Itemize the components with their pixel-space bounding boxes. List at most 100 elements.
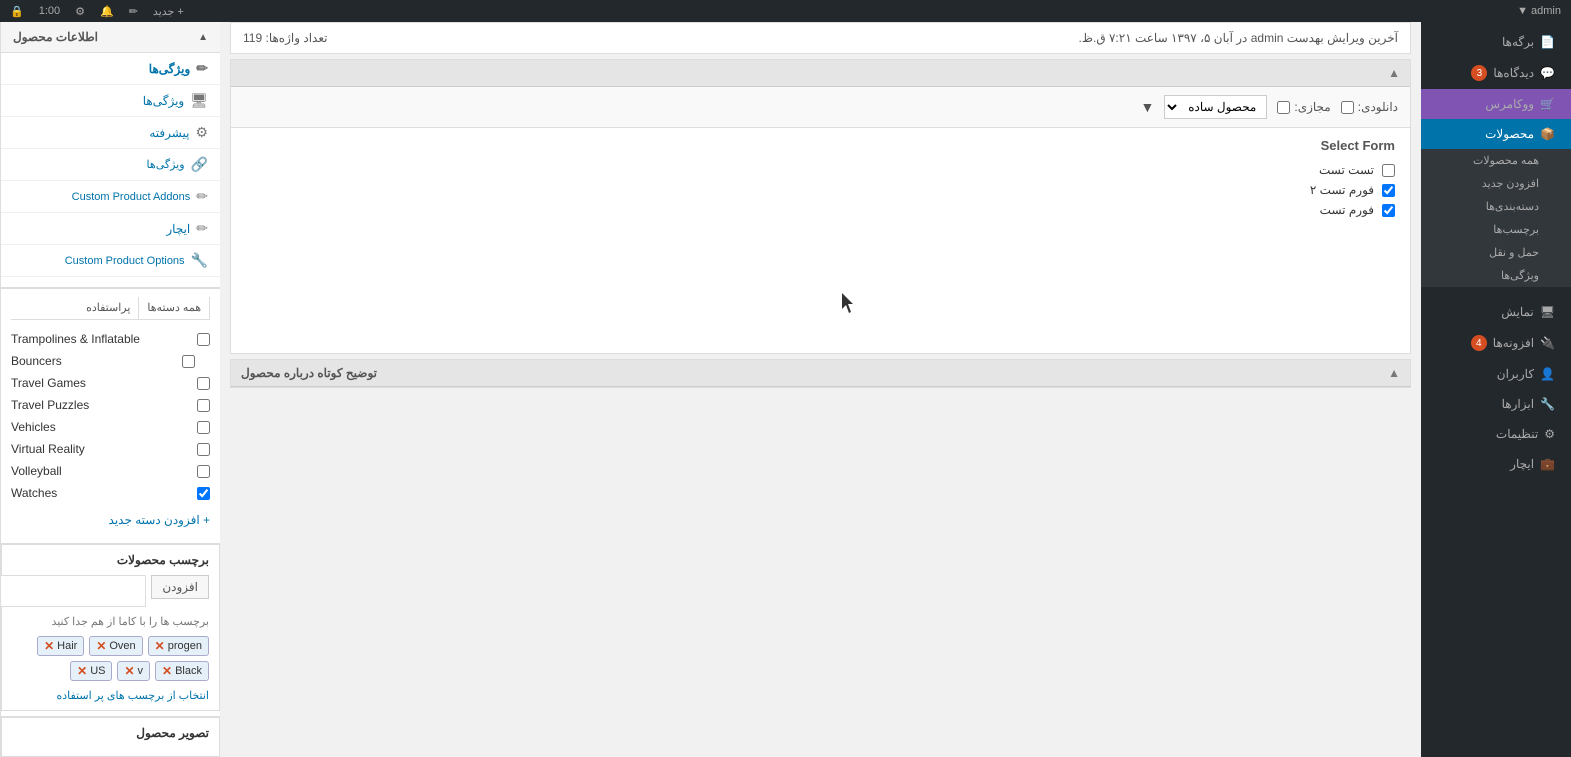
wp-admin-sidebar: 📄 برگه‌ها 💬 دیدگاه‌ها 3 🛒 ووکامرس 📦 محصو…: [1421, 22, 1571, 757]
meta-nav-related[interactable]: 🔗 ویژگی‌ها: [1, 149, 220, 181]
sidebar-item-settings[interactable]: ⚙ تنظیمات: [1421, 419, 1571, 449]
comments-badge: 3: [1471, 65, 1487, 81]
settings-icon[interactable]: ⚙: [75, 5, 85, 18]
panel-collapse-arrow[interactable]: ▲: [1388, 66, 1400, 80]
meta-nav-features[interactable]: 🖥 ویژگی‌ها: [1, 85, 220, 117]
sidebar-item-pages[interactable]: 📄 برگه‌ها: [1421, 27, 1571, 57]
product-type-select[interactable]: محصول ساده: [1164, 95, 1267, 119]
tags-popular-link-wrapper: انتخاب از برچسب های پر استفاده: [12, 689, 209, 702]
cat-item-volleyball: Volleyball: [11, 460, 210, 482]
sidebar-item-comments[interactable]: 💬 دیدگاه‌ها 3: [1421, 57, 1571, 89]
product-data-panel: ▲ دانلودی: مجازی: محصول ساده ▼: [230, 59, 1411, 354]
sidebar-item-plugins[interactable]: 🔌 افزونه‌ها 4: [1421, 327, 1571, 359]
cat-item-bouncers: Bouncers: [11, 350, 210, 372]
tags-popular-link[interactable]: انتخاب از برچسب های پر استفاده: [56, 690, 209, 702]
cat-item-travel-games: Travel Games: [11, 372, 210, 394]
form-option-label-3: فورم تست: [1320, 203, 1374, 217]
tag-oven: Oven ✕: [89, 636, 142, 656]
tag-v-remove[interactable]: ✕: [124, 664, 134, 678]
edit-icon[interactable]: ✏: [129, 5, 138, 18]
form-option-checkbox-3[interactable]: [1382, 204, 1395, 217]
sidebar-item-products[interactable]: 📦 محصولات: [1421, 119, 1571, 149]
display-icon: 🖥: [1540, 305, 1555, 319]
form-option-checkbox-1[interactable]: [1382, 164, 1395, 177]
description-panel: ▲ توضیح کوتاه درباره محصول: [230, 359, 1411, 388]
tags-list: progen ✕ Oven ✕ Hair ✕ Black ✕ v ✕: [12, 636, 209, 681]
download-checkbox[interactable]: [1341, 101, 1354, 114]
comments-icon: 💬: [1540, 66, 1555, 80]
categories-panel: همه دسته‌ها پراستفاده Trampolines & Infl…: [1, 289, 220, 535]
sidebar-subitem-categories[interactable]: دسته‌بندی‌ها: [1421, 195, 1551, 218]
meta-nav-custom-addons[interactable]: ✏ Custom Product Addons: [1, 181, 220, 213]
main-content-area: آخرین ویرایش بهدست admin در آبان ۵، ۱۳۹۷…: [220, 22, 1421, 757]
tab-popular-categories[interactable]: پراستفاده: [78, 297, 139, 319]
meta-nav-general[interactable]: ✏ ویژگی‌ها: [1, 53, 220, 85]
tag-progen: progen ✕: [148, 636, 209, 656]
sidebar-item-ichar[interactable]: 💼 ایچار: [1421, 449, 1571, 479]
admin-bar-right: + جدید ✏ 🔔 ⚙ 1:00 🔒: [10, 5, 184, 18]
plugins-icon: 🔌: [1540, 336, 1555, 350]
cat-checkbox-virtual-reality[interactable]: [197, 443, 210, 456]
tag-hair-remove[interactable]: ✕: [44, 639, 54, 653]
form-option-3: فورم تست: [246, 203, 1395, 217]
mouse-cursor-icon: [842, 293, 856, 313]
display-meta-icon: 🖥: [190, 92, 208, 109]
tag-black-remove[interactable]: ✕: [162, 664, 172, 678]
cat-checkbox-watches[interactable]: [197, 487, 210, 500]
virtual-checkbox[interactable]: [1277, 101, 1290, 114]
sidebar-item-tools[interactable]: 🔧 ابزارها: [1421, 389, 1571, 419]
product-image-section: تصویر محصول: [1, 716, 220, 757]
cat-checkbox-travel-puzzles[interactable]: [197, 399, 210, 412]
meta-section-toggle[interactable]: ▲: [198, 32, 208, 43]
tag-us-remove[interactable]: ✕: [77, 664, 87, 678]
advanced-meta-icon: ⚙: [195, 124, 208, 141]
sidebar-subitem-attributes[interactable]: ویژگی‌ها: [1421, 264, 1551, 287]
custom-options-icon: 🔧: [191, 252, 208, 269]
tags-header: برچسب محصولات: [12, 553, 209, 567]
categories-list: Trampolines & Inflatable Bouncers Travel…: [11, 328, 210, 504]
meta-nav-custom-options[interactable]: 🔧 Custom Product Options: [1, 245, 220, 277]
admin-bar: admin ▼ + جدید ✏ 🔔 ⚙ 1:00 🔒: [0, 0, 1571, 22]
add-category-link[interactable]: + افزودن دسته جدید: [109, 513, 210, 527]
sidebar-subitem-shipping[interactable]: حمل و نقل: [1421, 241, 1551, 264]
sidebar-item-users[interactable]: 👤 کاربران: [1421, 359, 1571, 389]
sidebar-item-woocommerce[interactable]: 🛒 ووکامرس: [1421, 89, 1571, 119]
tab-all-categories[interactable]: همه دسته‌ها: [139, 297, 210, 319]
cat-checkbox-volleyball[interactable]: [197, 465, 210, 478]
product-type-arrow[interactable]: ▼: [1141, 99, 1155, 115]
tag-us-label: US: [90, 665, 105, 677]
sidebar-item-display[interactable]: 🖥 نمایش: [1421, 297, 1571, 327]
form-option-label-2: فورم تست ۲: [1310, 183, 1374, 197]
tag-progen-remove[interactable]: ✕: [155, 639, 165, 653]
cat-item-travel-puzzles: Travel Puzzles: [11, 394, 210, 416]
add-new-link[interactable]: + جدید: [153, 5, 184, 18]
sidebar-subitem-tags[interactable]: برچسب‌ها: [1421, 218, 1551, 241]
sidebar-subitem-addnew[interactable]: افزودن جدید: [1421, 172, 1551, 195]
meta-nav-ichar[interactable]: ✏ ایچار: [1, 213, 220, 245]
cat-item-trampolines: Trampolines & Inflatable: [11, 328, 210, 350]
cat-checkbox-vehicles[interactable]: [197, 421, 210, 434]
admin-user[interactable]: admin ▼: [1517, 5, 1561, 17]
cat-item-virtual-reality: Virtual Reality: [11, 438, 210, 460]
description-collapse-arrow[interactable]: ▲: [1388, 366, 1400, 380]
notify-icon[interactable]: 🔔: [100, 5, 114, 18]
form-option-checkbox-2[interactable]: [1382, 184, 1395, 197]
add-tag-button[interactable]: افزودن: [151, 575, 209, 599]
cat-checkbox-trampolines[interactable]: [197, 333, 210, 346]
select-form-title: Select Form: [246, 138, 1395, 153]
meta-nav-advanced[interactable]: ⚙ پیشرفته: [1, 117, 220, 149]
tag-oven-remove[interactable]: ✕: [96, 639, 106, 653]
products-icon: 📦: [1540, 127, 1555, 141]
tags-hint: برچسب ها را با کاما از هم جدا کنید: [12, 615, 209, 628]
cat-checkbox-travel-games[interactable]: [197, 377, 210, 390]
tag-black-label: Black: [175, 665, 202, 677]
ichar-icon: 💼: [1540, 457, 1555, 471]
admin-bar-left: admin ▼: [1517, 5, 1561, 17]
tags-input-row: افزودن: [12, 575, 209, 607]
cat-checkbox-bouncers[interactable]: [182, 355, 195, 368]
tag-input[interactable]: [0, 575, 146, 607]
sidebar-subitem-all[interactable]: همه محصولات: [1421, 149, 1551, 172]
users-icon: 👤: [1540, 367, 1555, 381]
product-image-header: تصویر محصول: [12, 726, 209, 740]
meta-section-header: ▲ اطلاعات محصول: [1, 22, 220, 53]
